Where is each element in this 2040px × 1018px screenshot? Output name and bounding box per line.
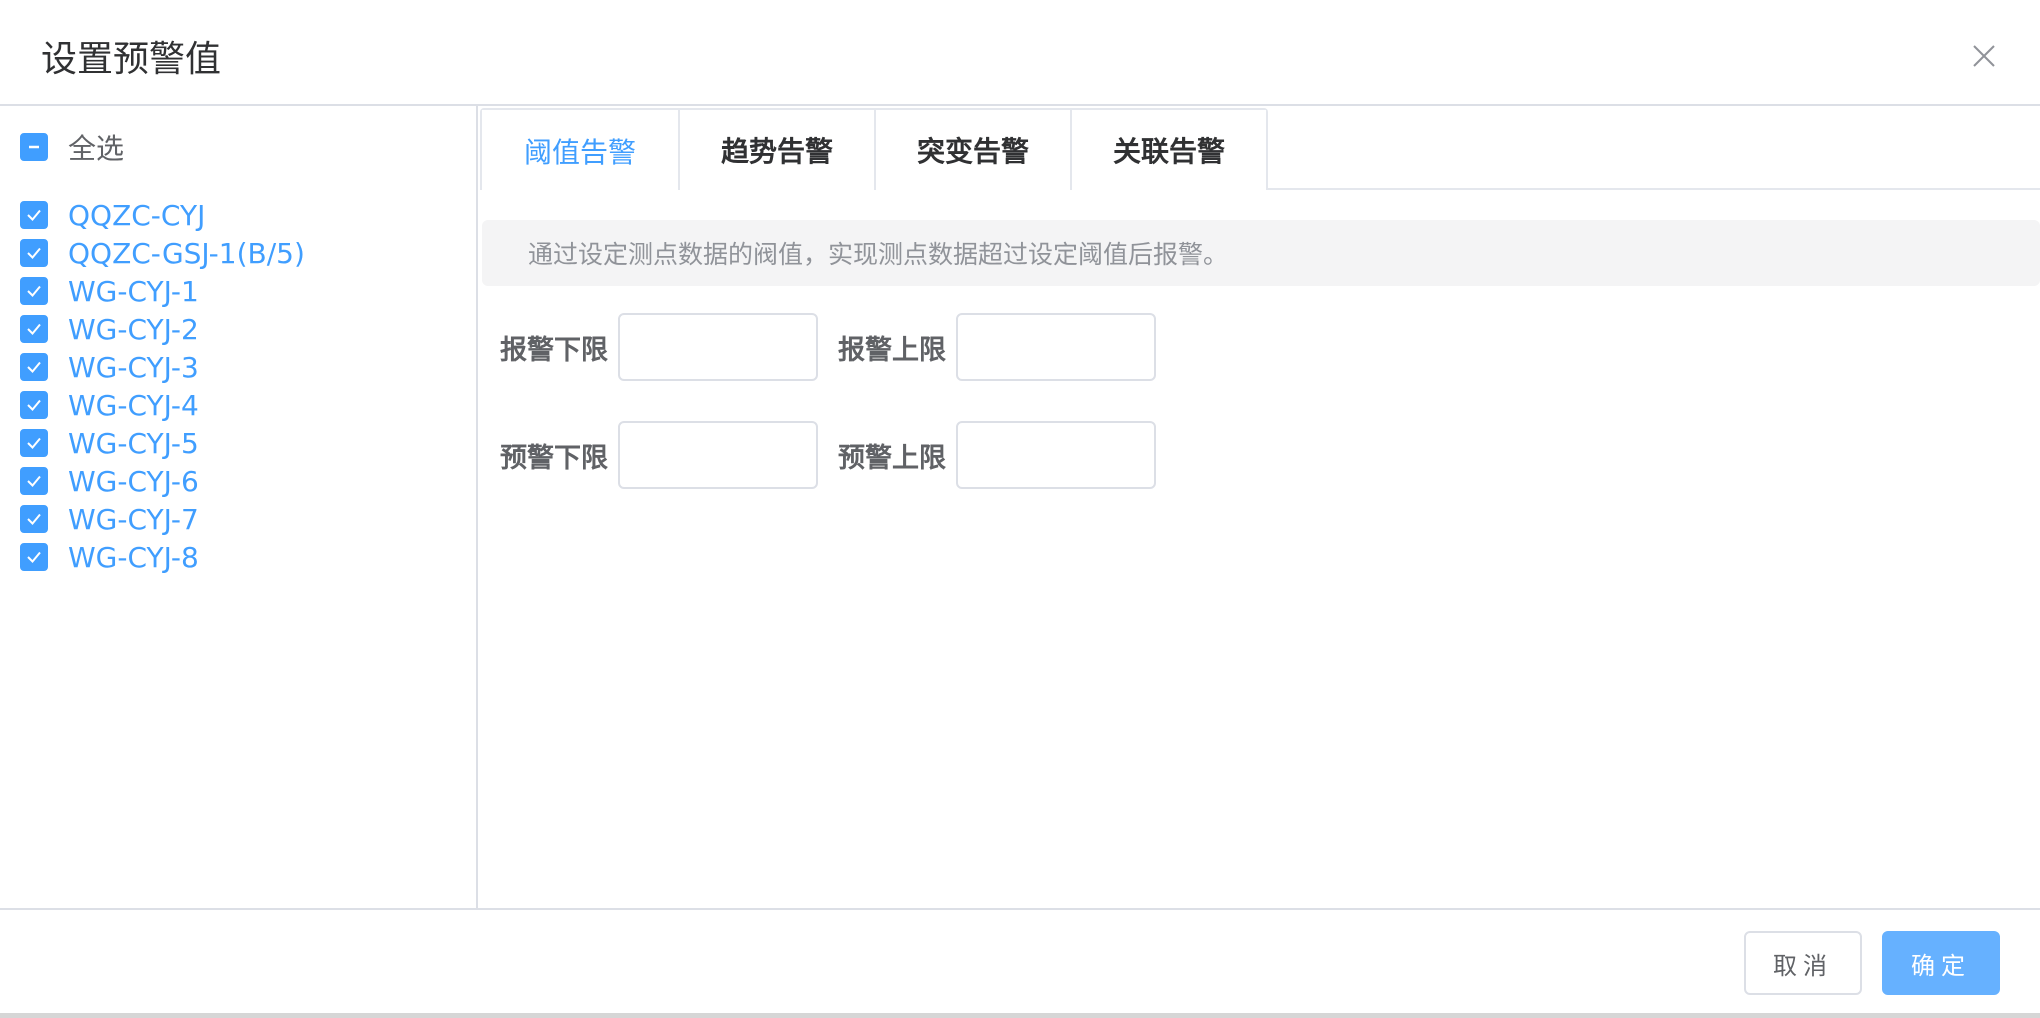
- list-item[interactable]: QQZC-CYJ: [20, 198, 205, 232]
- alarm-limit-row: 报警下限 报警上限: [500, 312, 1156, 382]
- alarm-config-panel: 阈值告警 趋势告警 突变告警 关联告警 通过设定测点数据的阀值，实现测点数据超过…: [480, 106, 2040, 908]
- select-all-checkbox[interactable]: 全选: [20, 130, 125, 165]
- checkbox-checked-icon[interactable]: [20, 315, 48, 343]
- warn-upper-input[interactable]: [956, 421, 1156, 489]
- tab-threshold-alarm[interactable]: 阈值告警: [482, 110, 678, 192]
- alarm-upper-input[interactable]: [956, 313, 1156, 381]
- checkbox-checked-icon[interactable]: [20, 201, 48, 229]
- dialog-header: 设置预警值: [0, 0, 2040, 106]
- checkbox-checked-icon[interactable]: [20, 277, 48, 305]
- close-icon[interactable]: [1970, 42, 1998, 70]
- checkbox-checked-icon[interactable]: [20, 239, 48, 267]
- list-item-label: WG-CYJ-4: [68, 388, 199, 422]
- list-item-label: WG-CYJ-1: [68, 274, 199, 308]
- tabs-bar: 阈值告警 趋势告警 突变告警 关联告警: [480, 106, 2040, 192]
- alarm-upper-label: 报警上限: [838, 334, 946, 366]
- list-item[interactable]: WG-CYJ-6: [20, 464, 199, 498]
- list-item[interactable]: WG-CYJ-8: [20, 540, 199, 574]
- checkbox-checked-icon[interactable]: [20, 505, 48, 533]
- cancel-button[interactable]: 取消: [1744, 931, 1862, 995]
- list-item-label: QQZC-GSJ-1(B/5): [68, 236, 305, 270]
- checkbox-checked-icon[interactable]: [20, 353, 48, 381]
- alarm-type-tabs: 阈值告警 趋势告警 突变告警 关联告警: [480, 108, 1268, 192]
- list-item-label: WG-CYJ-6: [68, 464, 199, 498]
- list-item-label: WG-CYJ-7: [68, 502, 199, 536]
- list-item[interactable]: WG-CYJ-7: [20, 502, 199, 536]
- alarm-lower-label: 报警下限: [500, 334, 608, 366]
- tab-association-alarm[interactable]: 关联告警: [1070, 110, 1266, 190]
- alarm-lower-input[interactable]: [618, 313, 818, 381]
- checkbox-checked-icon[interactable]: [20, 543, 48, 571]
- info-alert: 通过设定测点数据的阀值，实现测点数据超过设定阈值后报警。: [482, 220, 2040, 286]
- list-item[interactable]: WG-CYJ-4: [20, 388, 199, 422]
- list-item[interactable]: WG-CYJ-3: [20, 350, 199, 384]
- list-item-label: WG-CYJ-5: [68, 426, 199, 460]
- tab-trend-alarm[interactable]: 趋势告警: [678, 110, 874, 190]
- indeterminate-icon[interactable]: [20, 133, 48, 161]
- list-item-label: QQZC-CYJ: [68, 198, 206, 232]
- checkbox-checked-icon[interactable]: [20, 467, 48, 495]
- checkbox-checked-icon[interactable]: [20, 429, 48, 457]
- dialog-footer: 取消 确定: [0, 908, 2040, 1013]
- list-item[interactable]: WG-CYJ-5: [20, 426, 199, 460]
- set-warning-value-dialog: 设置预警值 全选 QQZC-CYJ QQZC-GSJ-1(B/5) WG-CYJ-1…: [0, 0, 2040, 1013]
- list-item-label: WG-CYJ-3: [68, 350, 199, 384]
- list-item[interactable]: WG-CYJ-1: [20, 274, 199, 308]
- list-item[interactable]: QQZC-GSJ-1(B/5): [20, 236, 305, 270]
- tab-mutation-alarm[interactable]: 突变告警: [874, 110, 1070, 190]
- dialog-title: 设置预警值: [41, 39, 222, 80]
- dialog-body: 全选 QQZC-CYJ QQZC-GSJ-1(B/5) WG-CYJ-1 WG-CYJ…: [0, 106, 2040, 908]
- list-item-label: WG-CYJ-2: [68, 312, 199, 346]
- warn-lower-input[interactable]: [618, 421, 818, 489]
- measure-point-list: 全选 QQZC-CYJ QQZC-GSJ-1(B/5) WG-CYJ-1 WG-CYJ…: [0, 106, 478, 908]
- warn-lower-label: 预警下限: [500, 442, 608, 474]
- select-all-label: 全选: [68, 132, 125, 165]
- list-item[interactable]: WG-CYJ-2: [20, 312, 199, 346]
- warn-upper-label: 预警上限: [838, 442, 946, 474]
- checkbox-checked-icon[interactable]: [20, 391, 48, 419]
- page-background-strip: [0, 1013, 2040, 1018]
- list-item-label: WG-CYJ-8: [68, 540, 199, 574]
- warn-limit-row: 预警下限 预警上限: [500, 420, 1156, 490]
- confirm-button[interactable]: 确定: [1882, 931, 2000, 995]
